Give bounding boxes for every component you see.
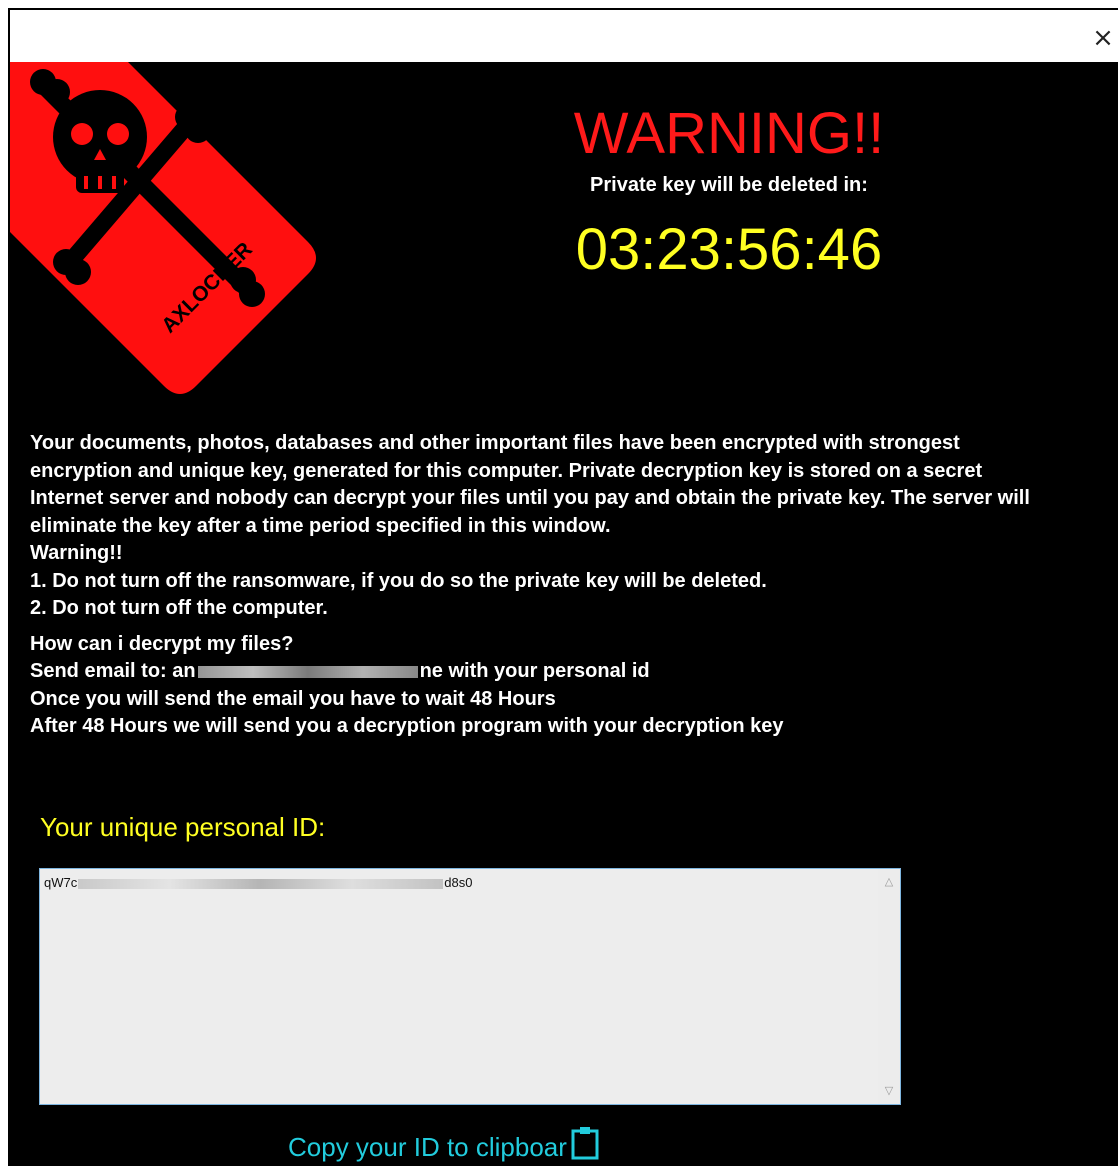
- redacted-email: [197, 665, 418, 678]
- ransom-note-panel: AXLOCKER WARNING!! Private key will be d…: [10, 62, 1118, 1166]
- howto-heading: How can i decrypt my files?: [30, 632, 294, 655]
- personal-id-textarea[interactable]: qW7c d8s0 △ ▽: [39, 868, 901, 1105]
- personal-id-value: qW7c d8s0: [44, 875, 472, 890]
- ransom-message: Your documents, photos, databases and ot…: [30, 430, 1050, 741]
- scroll-up-arrow-icon[interactable]: △: [878, 871, 900, 893]
- after-line: After 48 Hours we will send you a decryp…: [30, 715, 784, 737]
- countdown-timer: 03:23:56:46: [575, 217, 883, 282]
- encryption-paragraph: Your documents, photos, databases and ot…: [30, 432, 1030, 537]
- id-suffix: d8s0: [444, 875, 473, 890]
- copy-id-label: Copy your ID to clipboar: [288, 1132, 567, 1162]
- id-prefix: qW7c: [44, 875, 78, 890]
- wait-line: Once you will send the email you have to…: [30, 687, 556, 710]
- scroll-down-arrow-icon[interactable]: ▽: [878, 1080, 900, 1102]
- warning-item: 1. Do not turn off the ransomware, if yo…: [30, 569, 767, 592]
- clipboard-icon: [571, 1127, 599, 1160]
- warning-item: 2. Do not turn off the computer.: [30, 597, 328, 619]
- deletion-subtitle: Private key will be deleted in:: [590, 174, 868, 196]
- copy-id-button[interactable]: Copy your ID to clipboar: [288, 1126, 599, 1163]
- send-email-prefix: Send email to: an: [30, 660, 196, 682]
- warning-list: Warning!! 1. Do not turn off the ransomw…: [30, 540, 1050, 623]
- send-email-line: Send email to: an ne with your personal i…: [30, 658, 1050, 686]
- personal-id-label: Your unique personal ID:: [40, 812, 326, 842]
- redacted-id: [78, 878, 444, 889]
- warning-heading: Warning!!: [30, 542, 123, 564]
- close-button[interactable]: ×: [1088, 20, 1118, 56]
- title-bar: ×: [10, 10, 1118, 62]
- warning-title: WARNING!!: [573, 101, 885, 166]
- vertical-scrollbar[interactable]: △ ▽: [878, 869, 900, 1104]
- send-email-suffix: ne with your personal id: [419, 660, 650, 682]
- ransom-window: × AXLOCKER WARNING!! Private key will be…: [8, 8, 1118, 1166]
